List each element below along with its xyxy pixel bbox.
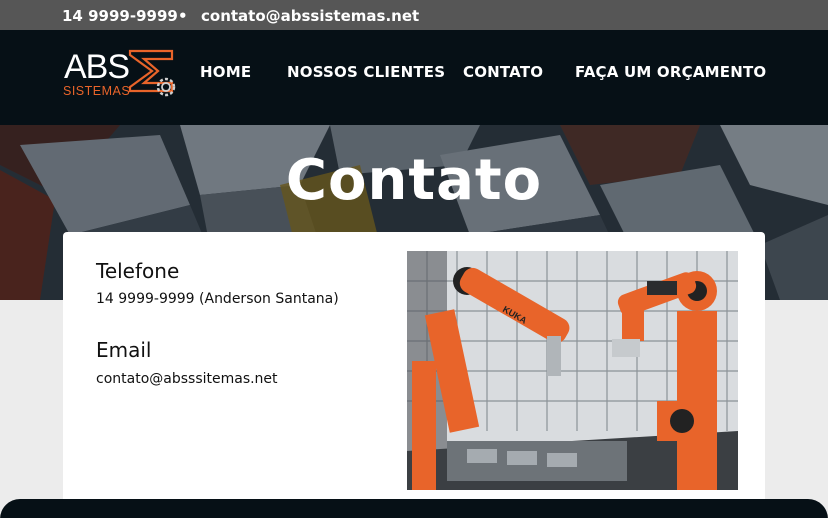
abs-sistemas-logo[interactable]: ABS SISTEMAS	[62, 45, 184, 103]
email-heading: Email	[96, 338, 152, 362]
main-navigation: ABS SISTEMAS HOME NOSSOS CLIENTES CONTAT…	[0, 30, 828, 125]
footer-band	[0, 499, 828, 518]
nav-home[interactable]: HOME	[200, 63, 251, 81]
top-contact-bar: 14 9999-9999 • contato@abssistemas.net	[0, 0, 828, 30]
phone-heading: Telefone	[96, 259, 180, 283]
topbar-email[interactable]: contato@abssistemas.net	[201, 7, 419, 25]
phone-value[interactable]: 14 9999-9999 (Anderson Santana)	[96, 291, 339, 307]
email-value[interactable]: contato@absssitemas.net	[96, 371, 278, 387]
nav-nossos-clientes[interactable]: NOSSOS CLIENTES	[287, 63, 445, 81]
logo-text-bottom: SISTEMAS	[63, 84, 130, 98]
topbar-phone[interactable]: 14 9999-9999	[62, 7, 178, 25]
nav-contato[interactable]: CONTATO	[463, 63, 543, 81]
contact-card: Telefone 14 9999-9999 (Anderson Santana)…	[63, 232, 765, 518]
nav-faca-um-orcamento[interactable]: FAÇA UM ORÇAMENTO	[575, 63, 766, 81]
logo-text-top: ABS	[64, 48, 129, 86]
topbar-separator: •	[178, 7, 188, 25]
robots-photo: KUKA	[407, 251, 738, 490]
page-title: Contato	[285, 148, 543, 213]
